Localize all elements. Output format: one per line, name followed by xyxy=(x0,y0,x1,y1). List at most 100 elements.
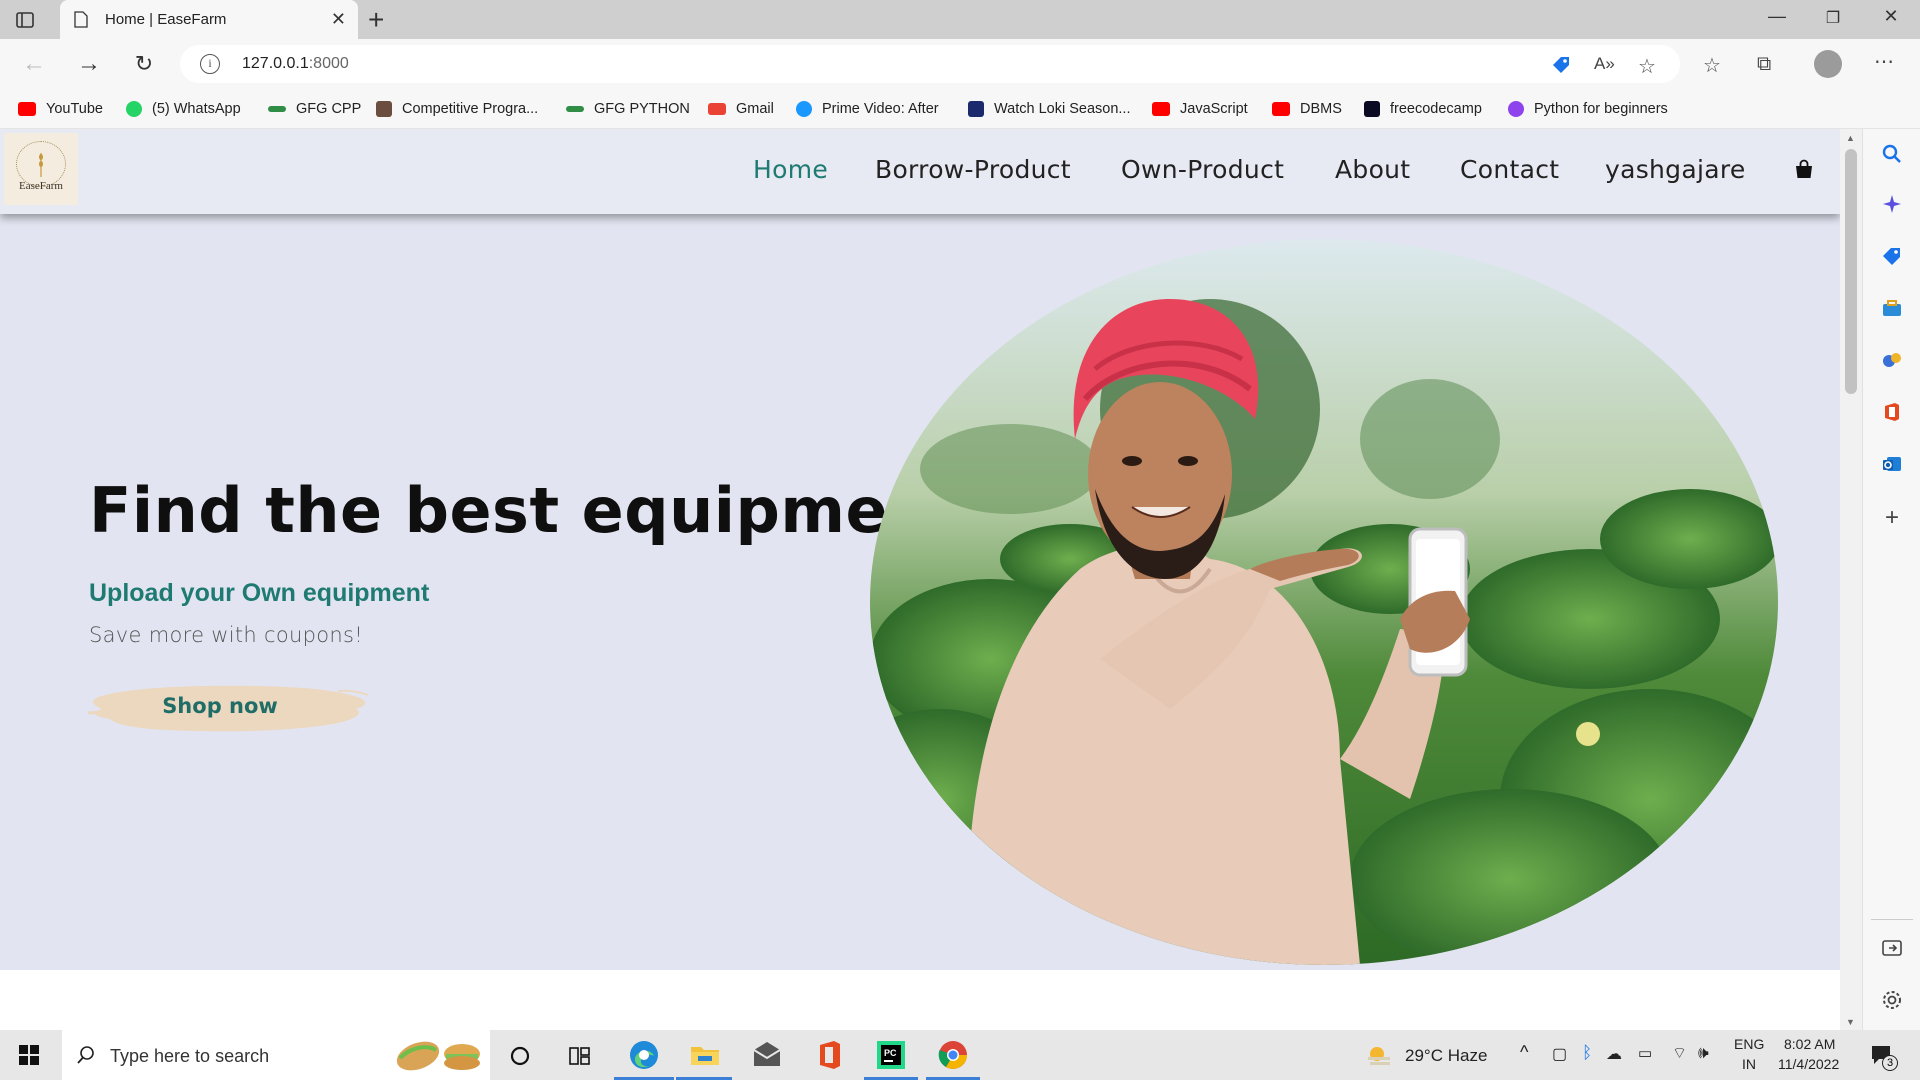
youtube-icon xyxy=(1272,102,1290,116)
refresh-button[interactable]: ↻ xyxy=(130,50,158,78)
outlook-icon[interactable] xyxy=(1881,453,1903,475)
battery-icon[interactable]: ▭ xyxy=(1638,1044,1652,1062)
bookmark-whatsapp[interactable]: (5) WhatsApp xyxy=(126,98,241,120)
profile-avatar[interactable] xyxy=(1814,50,1842,78)
office-app-icon[interactable] xyxy=(812,1038,846,1072)
bluetooth-icon[interactable]: ᛒ xyxy=(1582,1043,1592,1063)
file-explorer-icon[interactable] xyxy=(688,1038,722,1072)
edge-browser-icon[interactable] xyxy=(627,1038,661,1072)
sidebar-divider xyxy=(1871,919,1913,920)
mail-icon[interactable] xyxy=(750,1038,784,1072)
logo-text: EaseFarm xyxy=(19,180,63,192)
scrollbar-thumb[interactable] xyxy=(1845,149,1857,394)
bookmark-prime-video[interactable]: Prime Video: After xyxy=(796,98,939,120)
bookmark-gfg-cpp[interactable]: GFG CPP xyxy=(268,98,361,120)
tab-actions-icon[interactable] xyxy=(14,9,36,31)
bookmark-gfg-python[interactable]: GFG PYTHON xyxy=(566,98,690,120)
onedrive-icon[interactable]: ☁ xyxy=(1606,1044,1622,1064)
scroll-down-arrow[interactable]: ▼ xyxy=(1846,1017,1855,1027)
close-window-button[interactable]: ✕ xyxy=(1876,6,1906,27)
hide-sidebar-icon[interactable] xyxy=(1881,937,1903,959)
shop-now-button[interactable]: Shop now xyxy=(88,675,370,739)
bookmark-loki[interactable]: Watch Loki Season... xyxy=(968,98,1130,120)
sidebar-settings-icon[interactable] xyxy=(1881,989,1903,1011)
active-tab[interactable]: Home | EaseFarm ✕ xyxy=(60,0,358,39)
taskbar-search-placeholder: Type here to search xyxy=(110,1046,270,1066)
nav-about[interactable]: About xyxy=(1335,155,1410,184)
bookmark-dbms[interactable]: DBMS xyxy=(1272,98,1342,120)
whatsapp-icon xyxy=(126,101,142,117)
office-icon[interactable] xyxy=(1881,401,1903,423)
bookmark-gmail[interactable]: Gmail xyxy=(708,98,774,120)
page-viewport: EaseFarm Home Borrow-Product Own-Product… xyxy=(0,129,1840,1030)
windows-start-icon[interactable] xyxy=(19,1045,39,1065)
nav-home[interactable]: Home xyxy=(753,155,828,184)
show-hidden-icons-icon[interactable]: ^ xyxy=(1520,1042,1528,1063)
forward-button[interactable]: → xyxy=(75,50,103,78)
scroll-up-arrow[interactable]: ▲ xyxy=(1846,133,1855,143)
discover-sparkle-icon[interactable] xyxy=(1881,193,1903,215)
bookmark-youtube[interactable]: YouTube xyxy=(18,98,103,120)
codechef-icon xyxy=(376,101,392,117)
site-info-icon[interactable]: i xyxy=(200,54,220,74)
bookmark-competitive-programming[interactable]: Competitive Progra... xyxy=(376,98,538,120)
weather-text[interactable]: 29°C Haze xyxy=(1405,1046,1487,1066)
back-button[interactable]: ← xyxy=(20,50,48,78)
youtube-icon xyxy=(18,102,36,116)
nav-own-product[interactable]: Own-Product xyxy=(1121,155,1284,184)
site-navbar: EaseFarm Home Borrow-Product Own-Product… xyxy=(0,129,1840,214)
minimize-button[interactable]: — xyxy=(1762,6,1792,27)
restore-button[interactable]: ❐ xyxy=(1818,8,1848,28)
more-menu-icon[interactable]: ⋯ xyxy=(1874,49,1894,74)
hotstar-icon xyxy=(968,101,984,117)
weather-sun-haze-icon[interactable] xyxy=(1366,1043,1392,1067)
page-scrollbar[interactable]: ▲ ▼ xyxy=(1840,129,1862,1030)
page-icon xyxy=(74,11,88,28)
nav-user[interactable]: yashgajare xyxy=(1605,155,1746,184)
url-field[interactable]: i 127.0.0.1:8000 A» ☆ xyxy=(180,45,1680,83)
chrome-icon[interactable] xyxy=(936,1038,970,1072)
shopping-tag-icon[interactable] xyxy=(1881,245,1903,267)
shopping-bag-icon[interactable] xyxy=(1794,159,1814,179)
language-bottom[interactable]: IN xyxy=(1742,1056,1756,1072)
freecodecamp-icon xyxy=(1364,101,1380,117)
farmer-illustration xyxy=(870,239,1778,965)
volume-icon[interactable]: 🕪 xyxy=(1698,1043,1709,1063)
tools-briefcase-icon[interactable] xyxy=(1881,297,1903,319)
favorites-icon[interactable]: ☆ xyxy=(1703,53,1721,78)
hero-subheading: Upload your Own equipment xyxy=(89,579,430,607)
hero-tagline: Save more with coupons! xyxy=(89,623,363,647)
bookmark-freecodecamp[interactable]: freecodecamp xyxy=(1364,98,1482,120)
youtube-icon xyxy=(1152,102,1170,116)
edge-sidebar: + xyxy=(1862,129,1920,1030)
bookmark-python-beginners[interactable]: Python for beginners xyxy=(1508,98,1668,120)
new-tab-button[interactable]: + xyxy=(368,4,384,36)
clock-date[interactable]: 11/4/2022 xyxy=(1778,1056,1839,1072)
task-view-icon[interactable] xyxy=(568,1045,592,1067)
wifi-icon[interactable]: ⌔ xyxy=(1672,1043,1687,1063)
gmail-icon xyxy=(708,103,726,115)
collections-icon[interactable]: ⧉ xyxy=(1757,53,1771,76)
pycharm-icon[interactable]: PC xyxy=(874,1038,908,1072)
wheat-icon xyxy=(39,153,43,177)
meet-now-icon[interactable]: ▢ xyxy=(1552,1044,1567,1064)
site-logo[interactable]: EaseFarm xyxy=(4,133,78,205)
nav-contact[interactable]: Contact xyxy=(1460,155,1559,184)
close-tab-icon[interactable]: ✕ xyxy=(331,9,346,30)
hero-heading: Find the best equipment xyxy=(89,474,963,547)
hero-farmer-photo xyxy=(870,239,1778,965)
coupon-tag-icon[interactable] xyxy=(1550,54,1572,76)
search-icon[interactable] xyxy=(1881,143,1903,165)
add-sidebar-app-icon[interactable]: + xyxy=(1881,506,1903,530)
language-top[interactable]: ENG xyxy=(1734,1036,1764,1052)
nav-borrow-product[interactable]: Borrow-Product xyxy=(875,155,1071,184)
taskbar-search-box[interactable]: Type here to search xyxy=(62,1030,490,1080)
read-aloud-icon[interactable]: A» xyxy=(1594,54,1615,74)
cortana-icon[interactable] xyxy=(509,1045,531,1067)
taskbar-search-icon xyxy=(77,1046,94,1064)
add-favorite-icon[interactable]: ☆ xyxy=(1638,54,1656,79)
clock-time[interactable]: 8:02 AM xyxy=(1784,1036,1835,1052)
sandwich-doodle-icon xyxy=(396,1041,480,1071)
games-icon[interactable] xyxy=(1881,349,1903,371)
bookmark-javascript[interactable]: JavaScript xyxy=(1152,98,1248,120)
